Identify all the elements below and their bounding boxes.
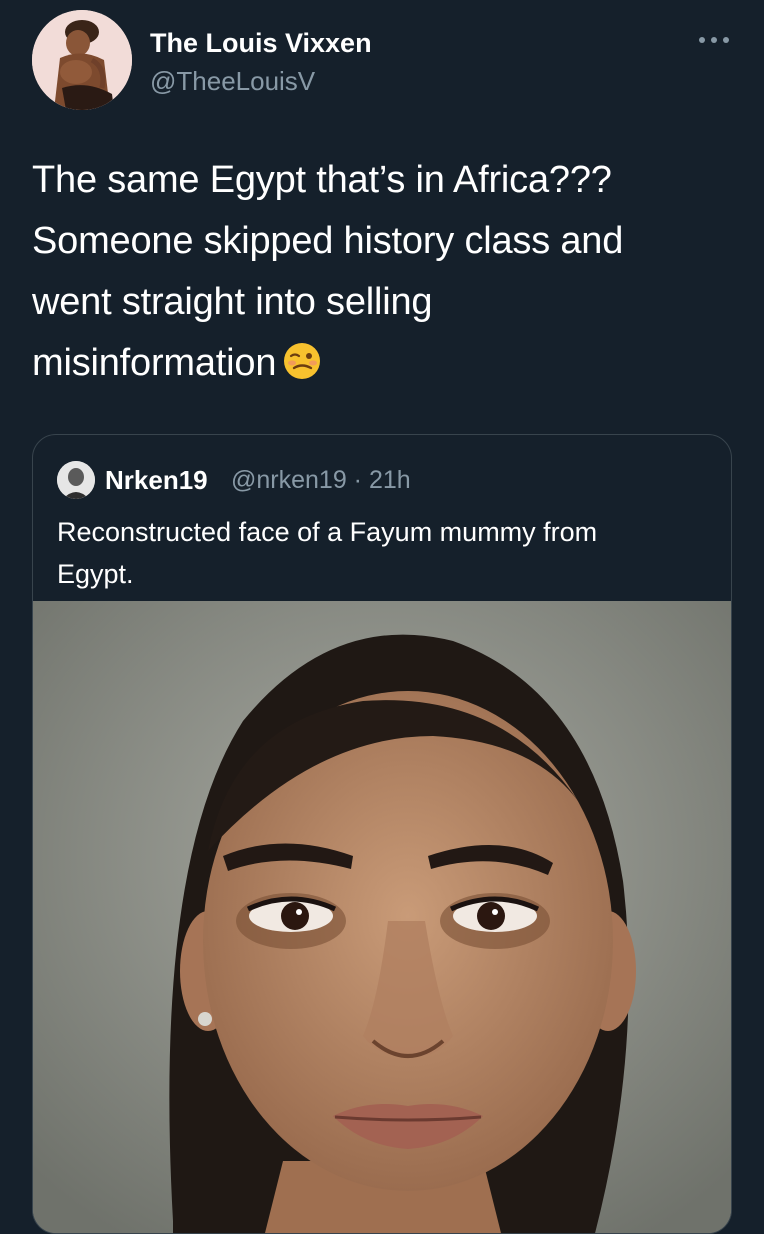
quoted-tweet-media[interactable]	[33, 601, 731, 1233]
author-handle[interactable]: @TheeLouisV	[150, 66, 315, 97]
quoted-tweet-text-line: Reconstructed face of a Fayum mummy from	[57, 517, 598, 547]
more-horizontal-icon[interactable]	[694, 28, 734, 52]
quoted-author-display-name[interactable]: Nrken19	[105, 465, 208, 496]
quoted-author-handle-time: @nrken19 · 21h	[231, 466, 411, 494]
tweet-text-line-with-emoji: misinformation	[32, 333, 732, 394]
tweet[interactable]: The Louis Vixxen @TheeLouisV The same Eg…	[0, 0, 764, 1234]
portrait-photo-icon	[33, 601, 731, 1233]
avatar-image	[32, 10, 132, 110]
quoted-tweet-text: Reconstructed face of a Fayum mummy from…	[57, 511, 707, 595]
quoted-author-avatar[interactable]	[57, 461, 95, 499]
tweet-text-line: The same Egypt that’s in Africa???	[32, 159, 612, 201]
quoted-tweet-card[interactable]: Nrken19 @nrken19 · 21h Reconstructed fac…	[32, 434, 732, 1234]
quoted-avatar-image	[57, 461, 95, 499]
author-avatar[interactable]	[32, 10, 132, 110]
quoted-tweet-text-line: Egypt.	[57, 559, 134, 589]
author-display-name[interactable]: The Louis Vixxen	[150, 28, 372, 59]
tweet-text-line: Someone skipped history class and	[32, 220, 624, 262]
tweet-text: The same Egypt that’s in Africa??? Someo…	[32, 150, 732, 394]
woozy-face-emoji-icon	[282, 339, 322, 379]
tweet-text-line: went straight into selling	[32, 281, 433, 323]
tweet-text-word: misinformation	[32, 342, 277, 384]
